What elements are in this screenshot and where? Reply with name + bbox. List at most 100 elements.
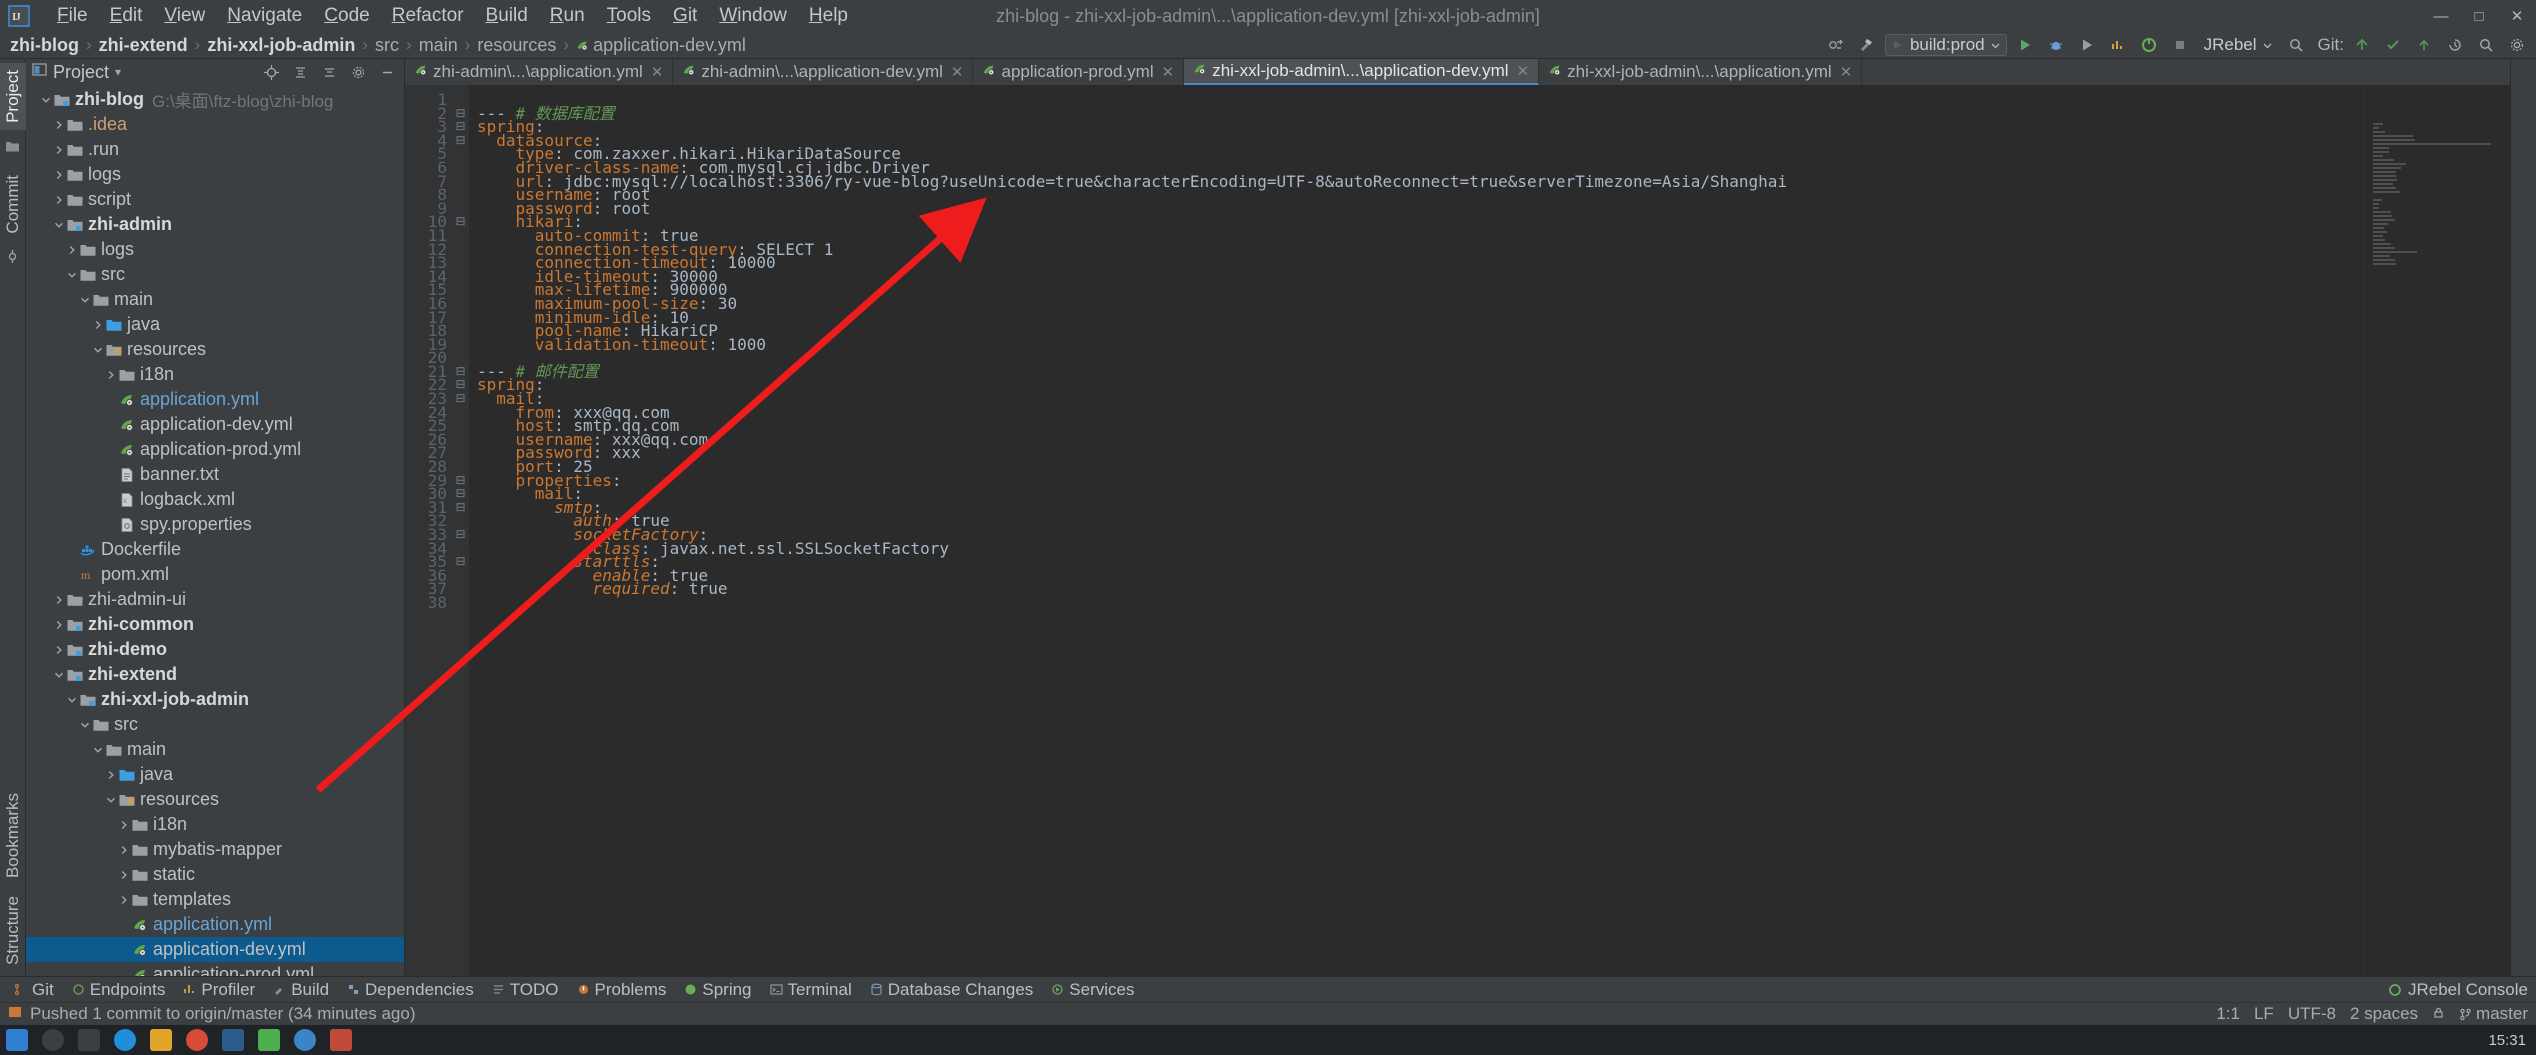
close-tab-icon[interactable]: ✕ bbox=[1840, 63, 1853, 81]
tool-window-build[interactable]: Build bbox=[265, 978, 337, 1002]
rail-tab-notifications[interactable] bbox=[2521, 63, 2527, 77]
tree-node-pom-xml[interactable]: m pom.xml bbox=[26, 562, 404, 587]
tree-node-resources[interactable]: resources bbox=[26, 787, 404, 812]
tree-node-logs[interactable]: logs bbox=[26, 162, 404, 187]
menu-build[interactable]: Build bbox=[475, 2, 539, 30]
chevron-right-icon[interactable] bbox=[51, 592, 66, 607]
rail-tab-bookmarks[interactable]: Bookmarks bbox=[0, 786, 26, 885]
git-history-icon[interactable] bbox=[2442, 34, 2468, 56]
git-branch-widget[interactable]: master bbox=[2459, 1004, 2528, 1024]
chevron-right-icon[interactable] bbox=[116, 842, 131, 857]
rail-tab-commit[interactable]: Commit bbox=[0, 168, 26, 241]
fold-toggle-icon[interactable]: ⊟ bbox=[452, 106, 469, 121]
editor-tab-4[interactable]: zhi-xxl-job-admin\...\application.yml ✕ bbox=[1539, 59, 1863, 85]
tool-window-database-changes[interactable]: Database Changes bbox=[862, 978, 1042, 1002]
run-configuration-selector[interactable]: build:prod bbox=[1884, 34, 2007, 56]
tool-window-services[interactable]: Services bbox=[1043, 978, 1142, 1002]
project-tree[interactable]: zhi-blog G:\桌面\ftz-blog\zhi-blog .idea .run… bbox=[26, 85, 404, 976]
close-tab-icon[interactable]: ✕ bbox=[1517, 62, 1530, 80]
chevron-down-icon[interactable] bbox=[51, 667, 66, 682]
tool-window-dependencies[interactable]: Dependencies bbox=[339, 978, 482, 1002]
gear-icon[interactable] bbox=[2504, 34, 2530, 56]
panel-settings-icon[interactable] bbox=[345, 61, 371, 83]
fold-toggle-icon[interactable]: ⊟ bbox=[452, 120, 469, 134]
tree-node-i18n[interactable]: i18n bbox=[26, 812, 404, 837]
tool-window-problems[interactable]: Problems bbox=[569, 978, 675, 1002]
chevron-down-icon[interactable] bbox=[90, 342, 105, 357]
tree-node-application-prod-yml[interactable]: application-prod.yml bbox=[26, 437, 404, 462]
search-icon[interactable] bbox=[2473, 34, 2499, 56]
pull-requests-icon[interactable] bbox=[5, 244, 20, 274]
chevron-right-icon[interactable] bbox=[51, 617, 66, 632]
tree-node-resources[interactable]: resources bbox=[26, 337, 404, 362]
code-content[interactable]: --- # 数据库配置 spring: datasource: type: com… bbox=[469, 85, 2364, 976]
chevron-right-icon[interactable] bbox=[116, 892, 131, 907]
tree-node--run[interactable]: .run bbox=[26, 137, 404, 162]
profiler-button[interactable] bbox=[2105, 34, 2131, 56]
chevron-right-icon[interactable] bbox=[90, 317, 105, 332]
close-button[interactable]: ✕ bbox=[2498, 0, 2536, 32]
chevron-right-icon[interactable] bbox=[51, 117, 66, 132]
tree-node-src[interactable]: src bbox=[26, 712, 404, 737]
hammer-build-icon[interactable] bbox=[1854, 34, 1880, 56]
menu-git[interactable]: Git bbox=[662, 2, 708, 30]
menu-run[interactable]: Run bbox=[539, 2, 596, 30]
tree-node-application-dev-yml[interactable]: application-dev.yml bbox=[26, 412, 404, 437]
tree-node-application-yml[interactable]: application.yml bbox=[26, 387, 404, 412]
tree-node-application-prod-yml[interactable]: application-prod.yml bbox=[26, 962, 404, 976]
breadcrumb-item-src[interactable]: src bbox=[375, 35, 399, 56]
fold-toggle-icon[interactable]: ⊟ bbox=[452, 487, 469, 501]
menu-refactor[interactable]: Refactor bbox=[381, 2, 475, 30]
breadcrumb-item-main[interactable]: main bbox=[419, 35, 458, 56]
chevron-down-icon[interactable] bbox=[77, 292, 92, 307]
breadcrumb-item-zhi-xxl-job-admin[interactable]: zhi-xxl-job-admin bbox=[207, 35, 355, 56]
chrome-icon[interactable] bbox=[186, 1029, 208, 1051]
caret-position[interactable]: 1:1 bbox=[2216, 1004, 2240, 1024]
editor-tab-3[interactable]: zhi-xxl-job-admin\...\application-dev.ym… bbox=[1184, 59, 1540, 85]
menu-navigate[interactable]: Navigate bbox=[216, 2, 313, 30]
tree-node-script[interactable]: script bbox=[26, 187, 404, 212]
search-everywhere-icon[interactable] bbox=[2283, 34, 2309, 56]
chevron-down-icon[interactable] bbox=[64, 267, 79, 282]
code-folding-gutter[interactable]: ⊟ ⊟ ⊟ ⊟ ⊟ ⊟ ⊟ ⊟ ⊟ ⊟ ⊟ ⊟ bbox=[452, 85, 469, 976]
tree-node-zhi-blog[interactable]: zhi-blog G:\桌面\ftz-blog\zhi-blog bbox=[26, 87, 404, 112]
editor-tab-0[interactable]: zhi-admin\...\application.yml ✕ bbox=[405, 59, 674, 85]
tree-node-logback-xml[interactable]: Xlogback.xml bbox=[26, 487, 404, 512]
chevron-down-icon[interactable] bbox=[103, 792, 118, 807]
taskbar-clock[interactable]: 15:31 bbox=[2488, 1032, 2526, 1049]
windows-start-icon[interactable] bbox=[6, 1029, 28, 1051]
fold-toggle-icon[interactable]: ⊟ bbox=[452, 473, 469, 488]
git-commit-icon[interactable] bbox=[2380, 34, 2406, 56]
hide-panel-icon[interactable] bbox=[374, 61, 400, 83]
chevron-right-icon[interactable] bbox=[51, 192, 66, 207]
collapse-all-icon[interactable] bbox=[316, 61, 342, 83]
menu-tools[interactable]: Tools bbox=[596, 2, 662, 30]
menu-help[interactable]: Help bbox=[798, 2, 859, 30]
chevron-right-icon[interactable] bbox=[116, 817, 131, 832]
fold-toggle-icon[interactable]: ⊟ bbox=[452, 527, 469, 542]
editor-minimap[interactable] bbox=[2364, 85, 2510, 976]
tree-node-src[interactable]: src bbox=[26, 262, 404, 287]
qq-icon[interactable] bbox=[294, 1029, 316, 1051]
close-tab-icon[interactable]: ✕ bbox=[1162, 63, 1175, 81]
chevron-down-icon[interactable] bbox=[90, 742, 105, 757]
breadcrumb-item-application-dev-yml[interactable]: application-dev.yml bbox=[576, 35, 746, 56]
chevron-right-icon[interactable] bbox=[51, 642, 66, 657]
close-tab-icon[interactable]: ✕ bbox=[651, 63, 664, 81]
chevron-down-icon[interactable] bbox=[77, 717, 92, 732]
line-separator[interactable]: LF bbox=[2254, 1004, 2274, 1024]
tree-node-application-dev-yml[interactable]: application-dev.yml bbox=[26, 937, 404, 962]
tree-node-zhi-admin[interactable]: zhi-admin bbox=[26, 212, 404, 237]
fold-toggle-icon[interactable]: ⊟ bbox=[452, 391, 469, 406]
breadcrumb-item-resources[interactable]: resources bbox=[477, 35, 556, 56]
chevron-right-icon[interactable] bbox=[103, 367, 118, 382]
chevron-down-icon[interactable] bbox=[38, 92, 53, 107]
menu-view[interactable]: View bbox=[153, 2, 216, 30]
task-view-icon[interactable] bbox=[78, 1029, 100, 1051]
lock-icon[interactable] bbox=[2432, 1004, 2445, 1024]
git-update-icon[interactable] bbox=[2349, 34, 2375, 56]
rail-tab-project[interactable]: Project bbox=[0, 63, 26, 130]
menu-code[interactable]: Code bbox=[313, 2, 380, 30]
tree-node-main[interactable]: main bbox=[26, 737, 404, 762]
tree-node-application-yml[interactable]: application.yml bbox=[26, 912, 404, 937]
